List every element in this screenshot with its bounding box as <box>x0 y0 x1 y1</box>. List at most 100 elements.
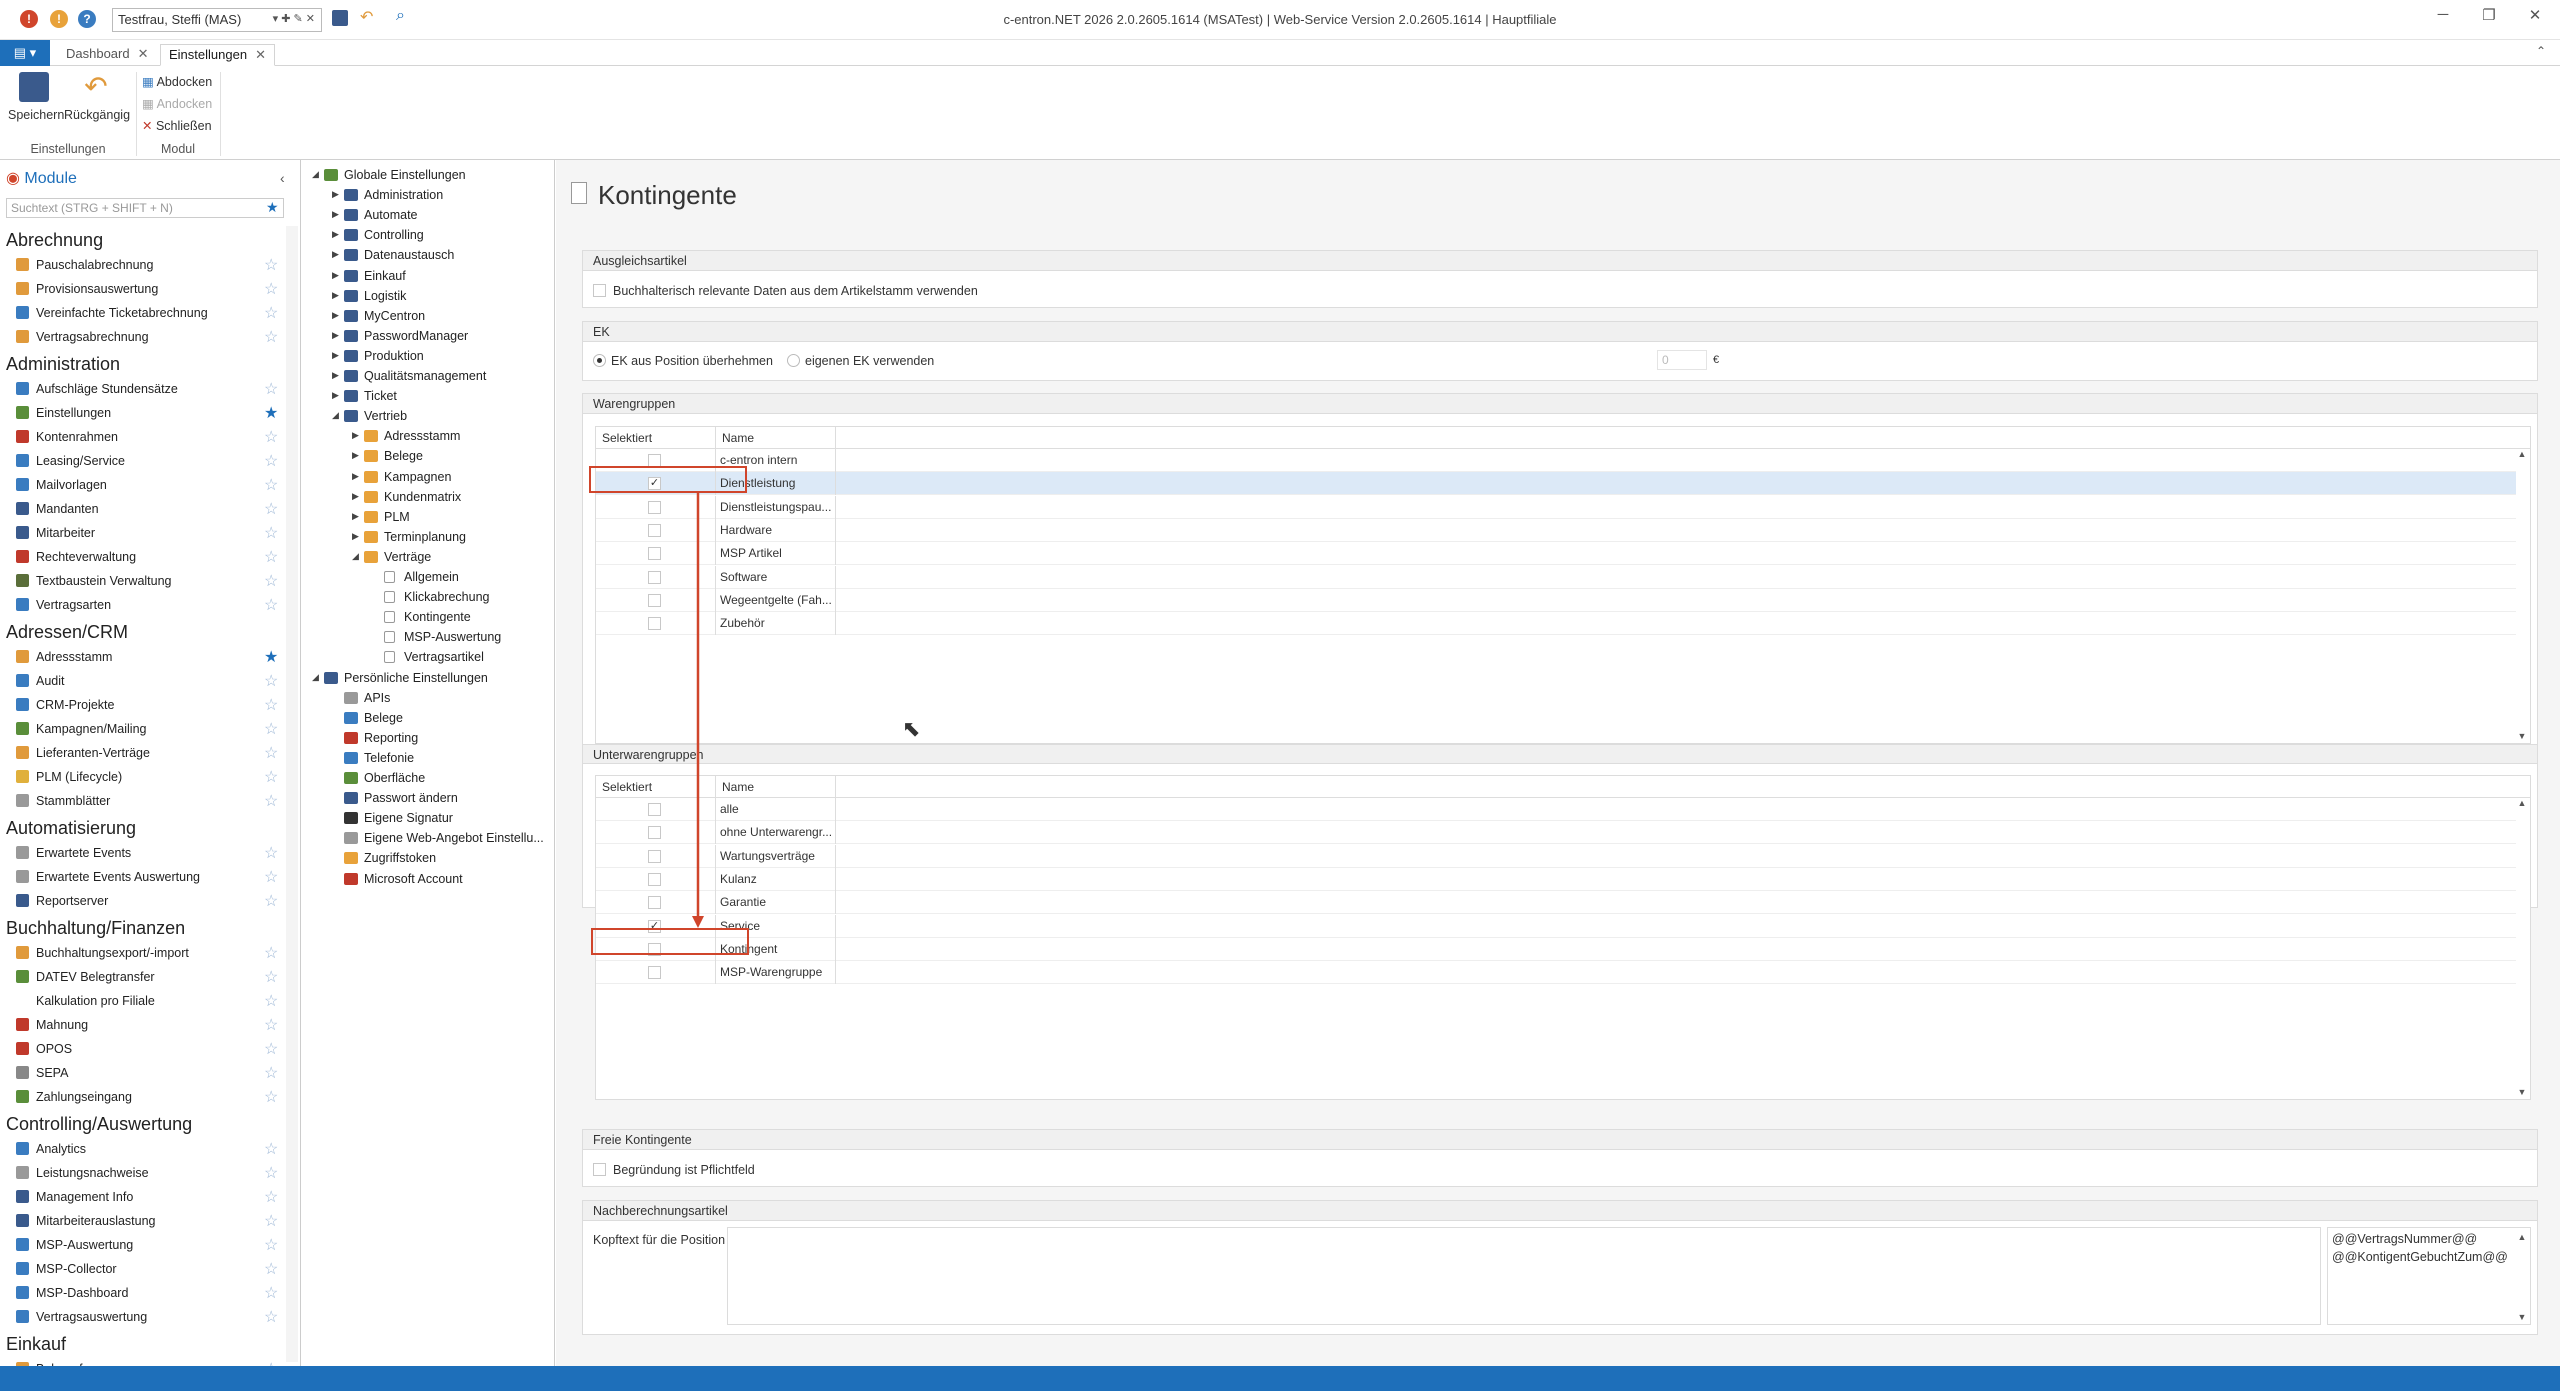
expanded-arrow-icon[interactable]: ◢ <box>332 410 339 421</box>
collapsed-arrow-icon[interactable]: ▶ <box>332 209 339 220</box>
module-item[interactable]: Mitarbeiterauslastung ☆ <box>16 1210 286 1232</box>
collapsed-arrow-icon[interactable]: ▶ <box>352 511 359 522</box>
module-search-input[interactable]: Suchtext (STRG + SHIFT + N) <box>6 198 284 218</box>
scroll-down-icon[interactable]: ▼ <box>2516 1087 2528 1097</box>
module-item[interactable]: Belegerfassung☆ <box>16 1358 286 1366</box>
module-item[interactable]: Stammblätter ☆ <box>16 790 286 812</box>
favorite-star-icon[interactable]: ☆ <box>264 571 278 591</box>
favorite-star-icon[interactable]: ☆ <box>264 1359 278 1366</box>
placeholder-item[interactable]: @@VertragsNummer@@ <box>2332 1232 2477 1246</box>
favorite-star-icon[interactable]: ☆ <box>264 451 278 471</box>
favorite-star-icon[interactable]: ☆ <box>264 967 278 987</box>
collapsed-arrow-icon[interactable]: ▶ <box>352 430 359 441</box>
collapsed-arrow-icon[interactable]: ▶ <box>332 330 339 341</box>
expanded-arrow-icon[interactable]: ◢ <box>312 672 319 683</box>
module-item[interactable]: Reportserver ☆ <box>16 890 286 912</box>
collapsed-arrow-icon[interactable]: ▶ <box>332 350 339 361</box>
collapsed-arrow-icon[interactable]: ▶ <box>332 270 339 281</box>
collapsed-arrow-icon[interactable]: ▶ <box>332 229 339 240</box>
module-item[interactable]: OPOS ☆ <box>16 1038 286 1060</box>
favorite-star-icon[interactable]: ☆ <box>264 671 278 691</box>
module-item[interactable]: Rechteverwaltung ☆ <box>16 546 286 568</box>
module-item[interactable]: Zahlungseingang ☆ <box>16 1086 286 1108</box>
favorite-star-icon[interactable]: ☆ <box>264 1235 278 1255</box>
collapsed-arrow-icon[interactable]: ▶ <box>352 471 359 482</box>
module-item[interactable]: MSP-Collector ☆ <box>16 1258 286 1280</box>
collapsed-arrow-icon[interactable]: ▶ <box>332 189 339 200</box>
collapsed-arrow-icon[interactable]: ▶ <box>332 310 339 321</box>
expanded-arrow-icon[interactable]: ◢ <box>352 551 359 562</box>
favorite-star-icon[interactable]: ★ <box>266 199 279 216</box>
module-item[interactable]: Provisionsauswertung ☆ <box>16 278 286 300</box>
maximize-button[interactable]: ❐ <box>2474 6 2504 24</box>
favorite-star-icon[interactable]: ☆ <box>264 891 278 911</box>
module-item[interactable]: Kampagnen/Mailing ☆ <box>16 718 286 740</box>
favorite-star-icon[interactable]: ☆ <box>264 523 278 543</box>
favorite-star-icon[interactable]: ☆ <box>264 303 278 323</box>
module-item[interactable]: Vertragsabrechnung ☆ <box>16 326 286 348</box>
module-item[interactable]: MSP-Auswertung ☆ <box>16 1234 286 1256</box>
favorite-star-icon[interactable]: ☆ <box>264 1259 278 1279</box>
favorite-star-icon[interactable]: ☆ <box>264 1187 278 1207</box>
collapse-ribbon-icon[interactable]: ⌃ <box>2536 44 2546 58</box>
module-item[interactable]: Mailvorlagen ☆ <box>16 474 286 496</box>
module-item[interactable]: Kalkulation pro Filiale ☆ <box>16 990 286 1012</box>
collapsed-arrow-icon[interactable]: ▶ <box>332 370 339 381</box>
module-item[interactable]: Buchhaltungsexport/-import ☆ <box>16 942 286 964</box>
module-item[interactable]: Erwartete Events Auswertung ☆ <box>16 866 286 888</box>
placeholder-list[interactable]: @@VertragsNummer@@ @@KontigentGebuchtZum… <box>2327 1227 2531 1325</box>
module-item[interactable]: Vertragsauswertung ☆ <box>16 1306 286 1328</box>
module-item[interactable]: Erwartete Events ☆ <box>16 842 286 864</box>
module-item[interactable]: Mitarbeiter ☆ <box>16 522 286 544</box>
placeholder-item[interactable]: @@KontigentGebuchtZum@@ <box>2332 1250 2508 1264</box>
collapsed-arrow-icon[interactable]: ▶ <box>332 290 339 301</box>
favorite-star-icon[interactable]: ☆ <box>264 379 278 399</box>
favorite-star-icon[interactable]: ☆ <box>264 743 278 763</box>
kopftext-textarea[interactable] <box>727 1227 2321 1325</box>
module-item[interactable]: Aufschläge Stundensätze ☆ <box>16 378 286 400</box>
module-item[interactable]: Lieferanten-Verträge ☆ <box>16 742 286 764</box>
scroll-up-icon[interactable]: ▲ <box>2516 449 2528 459</box>
module-item[interactable]: Textbaustein Verwaltung ☆ <box>16 570 286 592</box>
collapsed-arrow-icon[interactable]: ▶ <box>352 491 359 502</box>
favorite-star-icon[interactable]: ☆ <box>264 255 278 275</box>
checkbox-begruendung[interactable] <box>593 1163 606 1176</box>
tab-dashboard[interactable]: Dashboard ✕ <box>58 44 157 66</box>
favorite-star-icon[interactable]: ☆ <box>264 1039 278 1059</box>
module-item[interactable]: Analytics ☆ <box>16 1138 286 1160</box>
module-item[interactable]: Vertragsarten ☆ <box>16 594 286 616</box>
close-button[interactable]: ✕ <box>2520 6 2550 24</box>
favorite-star-icon[interactable]: ☆ <box>264 1087 278 1107</box>
favorite-star-icon[interactable]: ☆ <box>264 767 278 787</box>
module-item[interactable]: DATEV Belegtransfer ☆ <box>16 966 286 988</box>
collapse-panel-icon[interactable]: ‹ <box>280 170 285 186</box>
favorite-star-icon[interactable]: ☆ <box>264 1283 278 1303</box>
app-menu-button[interactable]: ▤ ▾ <box>0 40 50 66</box>
module-item[interactable]: PLM (Lifecycle) ☆ <box>16 766 286 788</box>
collapsed-arrow-icon[interactable]: ▶ <box>332 390 339 401</box>
favorite-star-icon[interactable]: ☆ <box>264 427 278 447</box>
ek-value-input[interactable]: 0 <box>1657 350 1707 370</box>
scroll-up-icon[interactable]: ▲ <box>2516 798 2528 808</box>
module-item[interactable]: Einstellungen ★ <box>16 402 286 424</box>
table-row[interactable]: MSP-Warengruppe <box>596 961 2516 985</box>
collapsed-arrow-icon[interactable]: ▶ <box>352 450 359 461</box>
scroll-down-icon[interactable]: ▼ <box>2516 731 2528 741</box>
module-item[interactable]: Pauschalabrechnung ☆ <box>16 254 286 276</box>
favorite-star-icon[interactable]: ☆ <box>264 843 278 863</box>
close-icon[interactable]: ✕ <box>255 47 266 62</box>
favorite-star-icon[interactable]: ☆ <box>264 547 278 567</box>
favorite-star-icon[interactable]: ☆ <box>264 327 278 347</box>
module-item[interactable]: CRM-Projekte ☆ <box>16 694 286 716</box>
scroll-down-icon[interactable]: ▼ <box>2516 1312 2528 1322</box>
module-item[interactable]: Mahnung ☆ <box>16 1014 286 1036</box>
close-module-button[interactable]: ✕ Schließen <box>142 118 212 133</box>
scroll-up-icon[interactable]: ▲ <box>2516 1232 2528 1242</box>
tab-einstellungen[interactable]: Einstellungen ✕ <box>160 44 275 66</box>
module-scrollbar[interactable] <box>286 226 298 1362</box>
module-item[interactable]: MSP-Dashboard ☆ <box>16 1282 286 1304</box>
favorite-star-icon[interactable]: ☆ <box>264 695 278 715</box>
module-item[interactable]: Mandanten ☆ <box>16 498 286 520</box>
favorite-star-icon[interactable]: ☆ <box>264 1139 278 1159</box>
minimize-button[interactable]: ─ <box>2428 6 2458 23</box>
